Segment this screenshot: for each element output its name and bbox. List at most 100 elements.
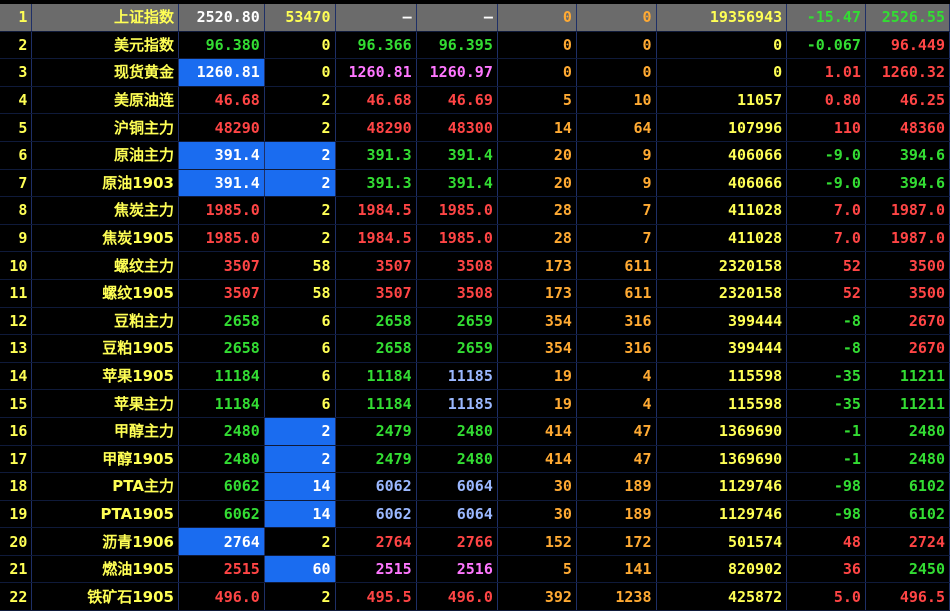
row-number: 18 [0,472,33,501]
ask-volume-cell: 47 [576,445,657,474]
bid-volume-cell: 173 [497,251,577,280]
contract-name: 豆粕主力 [31,307,179,336]
bid-price-cell: 3507 [335,279,417,308]
settle-price-cell: 11211 [865,389,950,418]
current-volume-cell: 2 [264,445,336,474]
current-volume-cell: 6 [264,389,336,418]
last-price-cell: 6062 [178,500,265,529]
table-row[interactable]: 13 豆粕1905 2658 6 2658 2659 354 316 399444 -8 2670 [0,334,950,363]
table-row[interactable]: 16 甲醇主力 2480 2 2479 2480 414 47 1369690 -1 2480 [0,417,950,446]
table-row[interactable]: 8 焦炭主力 1985.0 2 1984.5 1985.0 28 7 411028 7.0 1987… [0,196,950,225]
quote-table: 1 上证指数 2520.80 53470— —0 0 19356943 -15.47 2526.… [0,4,950,611]
ask-price-cell: 2480 [416,417,498,446]
table-row[interactable]: 21 燃油1905 2515 60 2515 2516 5 141 820902 36 2450 [0,555,950,584]
ask-volume-cell: 0 [576,58,657,87]
bid-price-cell: 2479 [335,445,417,474]
bid-price-cell: 96.366 [335,31,417,60]
table-row[interactable]: 18 PTA主力 6062 14 6062 6064 30 189 1129746 -98 6102 [0,472,950,501]
table-row[interactable]: 2 美元指数 96.380 0 96.366 96.395 0 0 0 -0.067 96.449 [0,31,950,60]
ask-volume-cell: 316 [576,334,657,363]
bid-price-cell: — [335,4,417,32]
table-row[interactable]: 22 铁矿石1905 496.0 2 495.5 496.0 392 1238 425872 5.… [0,582,950,611]
bid-price-cell: 48290 [335,113,417,142]
current-volume-cell: 2 [264,141,336,170]
last-price-cell: 1985.0 [178,224,265,253]
settle-price-cell: 1987.0 [865,196,950,225]
contract-name: 现货黄金 [31,58,179,87]
bid-volume-cell: 354 [497,307,577,336]
table-row[interactable]: 15 苹果主力 11184 6 11184 11185 19 4 115598 -35 11211 [0,389,950,418]
ask-volume-cell: 0 [576,4,657,32]
row-number: 3 [0,58,33,87]
ask-price-cell: 496.0 [416,582,498,611]
settle-price-cell: 1987.0 [865,224,950,253]
ask-volume-cell: 172 [576,527,657,556]
ask-price-cell: 11185 [416,389,498,418]
contract-name: 原油1903 [31,169,179,198]
table-row[interactable]: 7 原油1903 391.4 2 391.3 391.4 20 9 406066 -9.0 394.… [0,169,950,198]
volume-total-cell: 501574 [656,527,788,556]
table-row[interactable]: 1 上证指数 2520.80 53470— —0 0 19356943 -15.47 2526.… [0,4,950,32]
contract-name: 沥青1906 [31,527,179,556]
contract-name: 原油主力 [31,141,179,170]
contract-name: 螺纹主力 [31,251,179,280]
change-cell: 52 [786,251,866,280]
current-volume-cell: 58 [264,251,336,280]
row-number: 19 [0,500,33,529]
current-volume-cell: 6 [264,334,336,363]
table-row[interactable]: 5 沪铜主力 48290 2 48290 48300 14 64 107996 110 48360 [0,113,950,142]
ask-volume-cell: 4 [576,389,657,418]
last-price-cell: 6062 [178,472,265,501]
ask-volume-cell: 7 [576,224,657,253]
change-cell: 110 [786,113,866,142]
ask-price-cell: 1985.0 [416,224,498,253]
row-number: 14 [0,362,33,391]
change-cell: 48 [786,527,866,556]
ask-price-cell: 3508 [416,251,498,280]
table-row[interactable]: 10 螺纹主力 3507 58 3507 3508 173 611 2320158 52 3500 [0,251,950,280]
volume-total-cell: 820902 [656,555,788,584]
contract-name: PTA1905 [31,500,179,529]
change-cell: -0.067 [786,31,866,60]
ask-price-cell: 6064 [416,500,498,529]
row-number: 7 [0,169,33,198]
table-row[interactable]: 12 豆粕主力 2658 6 2658 2659 354 316 399444 -8 2670 [0,307,950,336]
current-volume-cell: 2 [264,86,336,115]
row-number: 2 [0,31,33,60]
bid-volume-cell: 19 [497,362,577,391]
last-price-cell: 11184 [178,389,265,418]
ask-volume-cell: 1238 [576,582,657,611]
table-row[interactable]: 6 原油主力 391.4 2 391.3 391.4 20 9 406066 -9.0 394.6 [0,141,950,170]
last-price-cell: 48290 [178,113,265,142]
table-row[interactable]: 19 PTA1905 6062 14 6062 6064 30 189 1129746 -98 61… [0,500,950,529]
table-row[interactable]: 17 甲醇1905 2480 2 2479 2480 414 47 1369690 -1 2480 [0,445,950,474]
bid-price-cell: 2764 [335,527,417,556]
ask-price-cell: 11185 [416,362,498,391]
ask-volume-cell: 316 [576,307,657,336]
change-cell: 36 [786,555,866,584]
table-row[interactable]: 20 沥青1906 2764 2 2764 2766 152 172 501574 48 2724 [0,527,950,556]
contract-name: 焦炭1905 [31,224,179,253]
bid-volume-cell: 30 [497,472,577,501]
table-row[interactable]: 3 现货黄金 1260.81 0 1260.81 1260.97 0 0 0 1.01 1260.3… [0,58,950,87]
volume-total-cell: 2320158 [656,279,788,308]
table-row[interactable]: 14 苹果1905 11184 6 11184 11185 19 4 115598 -35 1121… [0,362,950,391]
contract-name: 美原油连 [31,86,179,115]
table-row[interactable]: 4 美原油连 46.68 2 46.68 46.69 5 10 11057 0.80 46.25 [0,86,950,115]
current-volume-cell: 2 [264,582,336,611]
current-volume-cell: 2 [264,224,336,253]
volume-total-cell: 1369690 [656,417,788,446]
last-price-cell: 46.68 [178,86,265,115]
settle-price-cell: 2724 [865,527,950,556]
table-row[interactable]: 11 螺纹1905 3507 58 3507 3508 173 611 2320158 52 350… [0,279,950,308]
current-volume-cell: 0 [264,58,336,87]
settle-price-cell: 2526.55 [865,4,950,32]
table-row[interactable]: 9 焦炭1905 1985.0 2 1984.5 1985.0 28 7 411028 7.0 19… [0,224,950,253]
current-volume-cell: 0 [264,31,336,60]
bid-volume-cell: 5 [497,555,577,584]
bid-price-cell: 11184 [335,389,417,418]
bid-price-cell: 1260.81 [335,58,417,87]
bid-price-cell: 2479 [335,417,417,446]
settle-price-cell: 2480 [865,417,950,446]
bid-price-cell: 6062 [335,500,417,529]
